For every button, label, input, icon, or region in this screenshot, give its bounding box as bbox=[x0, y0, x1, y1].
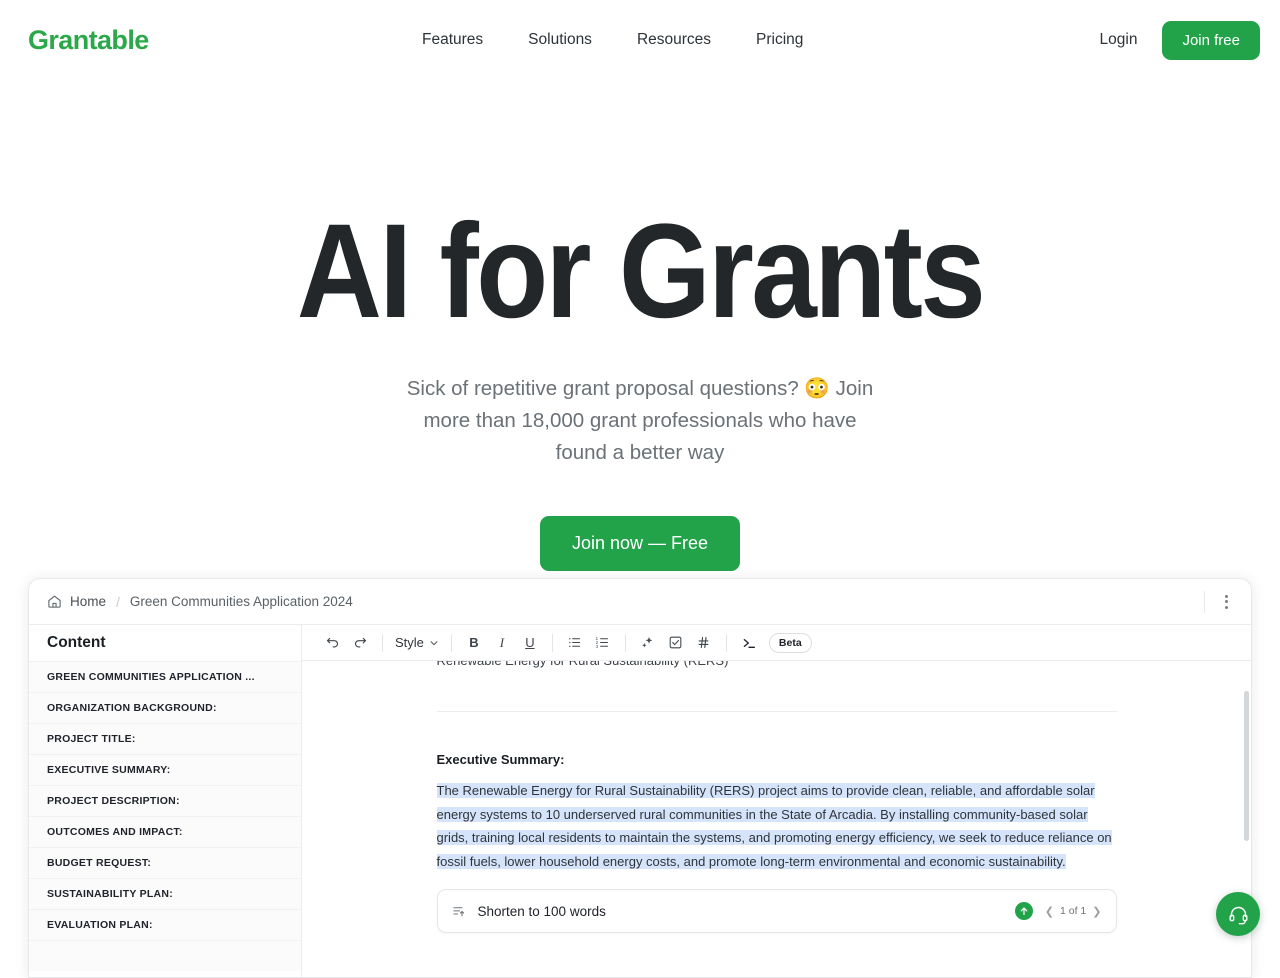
house-icon bbox=[47, 594, 62, 609]
hero-section: AI for Grants Sick of repetitive grant p… bbox=[0, 205, 1280, 571]
toolbar-divider-4 bbox=[625, 634, 626, 652]
redo-button[interactable] bbox=[346, 630, 374, 656]
hero-subtitle: Sick of repetitive grant proposal questi… bbox=[405, 373, 875, 469]
selected-text: The Renewable Energy for Rural Sustainab… bbox=[437, 783, 1112, 869]
sidebar-item-project-description[interactable]: PROJECT DESCRIPTION: bbox=[29, 785, 301, 816]
nav-link-features[interactable]: Features bbox=[422, 31, 483, 49]
breadcrumb-actions bbox=[1204, 589, 1239, 615]
suggestion-pager: ❮ 1 of 1 ❯ bbox=[1045, 905, 1102, 918]
nav-link-solutions[interactable]: Solutions bbox=[528, 31, 592, 49]
hash-button[interactable] bbox=[690, 630, 718, 656]
primary-navigation: Features Solutions Resources Pricing bbox=[422, 31, 803, 49]
sidebar-item-budget-request[interactable]: BUDGET REQUEST: bbox=[29, 847, 301, 878]
underline-button[interactable]: U bbox=[516, 630, 544, 656]
svg-text:3: 3 bbox=[596, 644, 599, 649]
join-now-cta-button[interactable]: Join now — Free bbox=[540, 516, 740, 571]
toolbar-divider-5 bbox=[726, 634, 727, 652]
sidebar-item-executive-summary[interactable]: EXECUTIVE SUMMARY: bbox=[29, 754, 301, 785]
numbered-list-icon: 1 2 3 bbox=[595, 635, 610, 650]
breadcrumb-separator: / bbox=[116, 594, 120, 610]
document-divider bbox=[437, 711, 1117, 712]
ai-suggestion-bar: Shorten to 100 words ❮ 1 of 1 ❯ bbox=[437, 889, 1117, 933]
sidebar-item-organization-background[interactable]: ORGANIZATION BACKGROUND: bbox=[29, 692, 301, 723]
page-title: AI for Grants bbox=[77, 205, 1203, 339]
editor-scrollbar-thumb[interactable] bbox=[1244, 691, 1249, 841]
document-clipped-line: Renewable Energy for Rural Sustainabilit… bbox=[437, 661, 1117, 671]
sidebar-item-project-title[interactable]: PROJECT TITLE: bbox=[29, 723, 301, 754]
brand-logo[interactable]: Grantable bbox=[28, 25, 149, 56]
breadcrumb-home-label: Home bbox=[70, 594, 106, 609]
checkbox-button[interactable] bbox=[662, 630, 690, 656]
nav-link-resources[interactable]: Resources bbox=[637, 31, 711, 49]
hash-icon bbox=[696, 635, 711, 650]
bullet-list-icon bbox=[567, 635, 582, 650]
join-free-button[interactable]: Join free bbox=[1162, 21, 1260, 60]
arrow-up-icon bbox=[1019, 906, 1029, 916]
checkbox-icon bbox=[668, 635, 683, 650]
next-suggestion-button[interactable]: ❯ bbox=[1092, 905, 1101, 918]
style-dropdown[interactable]: Style bbox=[391, 635, 443, 650]
breadcrumb-current[interactable]: Green Communities Application 2024 bbox=[130, 594, 353, 609]
style-dropdown-label: Style bbox=[395, 635, 424, 650]
sidebar-item-evaluation-plan[interactable]: EVALUATION PLAN: bbox=[29, 909, 301, 940]
shorten-text-icon bbox=[452, 904, 467, 919]
brand-logo-text: Grantable bbox=[28, 25, 149, 56]
support-chat-button[interactable] bbox=[1216, 892, 1260, 936]
toolbar-divider-1 bbox=[382, 634, 383, 652]
redo-icon bbox=[353, 635, 368, 650]
document-page: Renewable Energy for Rural Sustainabilit… bbox=[437, 661, 1117, 933]
content-sidebar: Content GREEN COMMUNITIES APPLICATION ..… bbox=[29, 625, 302, 978]
sparkle-icon bbox=[640, 635, 656, 651]
kebab-menu-icon[interactable] bbox=[1213, 589, 1239, 615]
accept-suggestion-button[interactable] bbox=[1015, 902, 1033, 920]
document-canvas[interactable]: Renewable Energy for Rural Sustainabilit… bbox=[302, 661, 1251, 978]
sidebar-item-partial[interactable] bbox=[29, 940, 301, 971]
nav-link-pricing[interactable]: Pricing bbox=[756, 31, 803, 49]
chevron-down-icon bbox=[429, 638, 439, 648]
suggestion-pager-label: 1 of 1 bbox=[1060, 905, 1086, 917]
prev-suggestion-button[interactable]: ❮ bbox=[1045, 905, 1054, 918]
terminal-button[interactable] bbox=[735, 630, 763, 656]
sidebar-item-outcomes-and-impact[interactable]: OUTCOMES AND IMPACT: bbox=[29, 816, 301, 847]
document-section-heading: Executive Summary: bbox=[437, 752, 1117, 767]
sidebar-item-sustainability-plan[interactable]: SUSTAINABILITY PLAN: bbox=[29, 878, 301, 909]
bold-button[interactable]: B bbox=[460, 630, 488, 656]
editor-toolbar: Style B I U bbox=[302, 625, 1251, 661]
document-editor: Style B I U bbox=[302, 625, 1251, 978]
italic-button[interactable]: I bbox=[488, 630, 516, 656]
undo-icon bbox=[325, 635, 340, 650]
breadcrumb-home[interactable]: Home bbox=[47, 594, 106, 609]
beta-badge[interactable]: Beta bbox=[769, 633, 812, 653]
ai-suggestion-label: Shorten to 100 words bbox=[478, 904, 606, 919]
login-link[interactable]: Login bbox=[1100, 31, 1138, 49]
sidebar-title: Content bbox=[29, 625, 301, 661]
toolbar-divider-2 bbox=[451, 634, 452, 652]
bullet-list-button[interactable] bbox=[561, 630, 589, 656]
undo-button[interactable] bbox=[318, 630, 346, 656]
app-preview-window: Home / Green Communities Application 202… bbox=[28, 578, 1252, 978]
site-header: Grantable Features Solutions Resources P… bbox=[0, 0, 1280, 80]
sidebar-item-green-communities-application[interactable]: GREEN COMMUNITIES APPLICATION ... bbox=[29, 661, 301, 692]
headset-icon bbox=[1228, 904, 1249, 925]
breadcrumb-divider bbox=[1204, 591, 1205, 613]
toolbar-divider-3 bbox=[552, 634, 553, 652]
ai-suggestion-controls: ❮ 1 of 1 ❯ bbox=[1015, 902, 1102, 920]
header-actions: Login Join free bbox=[1100, 21, 1260, 60]
numbered-list-button[interactable]: 1 2 3 bbox=[589, 630, 617, 656]
breadcrumb-bar: Home / Green Communities Application 202… bbox=[29, 579, 1251, 625]
app-body: Content GREEN COMMUNITIES APPLICATION ..… bbox=[29, 625, 1251, 978]
ai-sparkle-button[interactable] bbox=[634, 630, 662, 656]
document-paragraph[interactable]: The Renewable Energy for Rural Sustainab… bbox=[437, 779, 1117, 873]
terminal-prompt-icon bbox=[741, 635, 757, 651]
